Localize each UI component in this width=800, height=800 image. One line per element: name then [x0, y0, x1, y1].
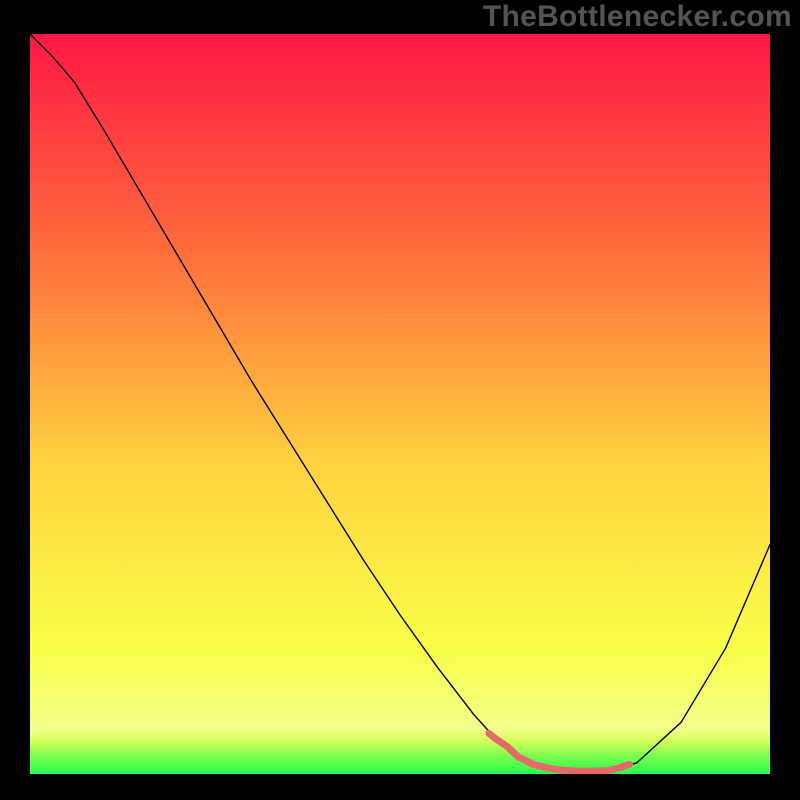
- plot-area: [30, 34, 770, 774]
- watermark-text: TheBottlenecker.com: [483, 0, 792, 34]
- plot-svg: [30, 34, 770, 774]
- gradient-panel: [30, 34, 770, 774]
- chart-figure: TheBottlenecker.com: [0, 0, 800, 800]
